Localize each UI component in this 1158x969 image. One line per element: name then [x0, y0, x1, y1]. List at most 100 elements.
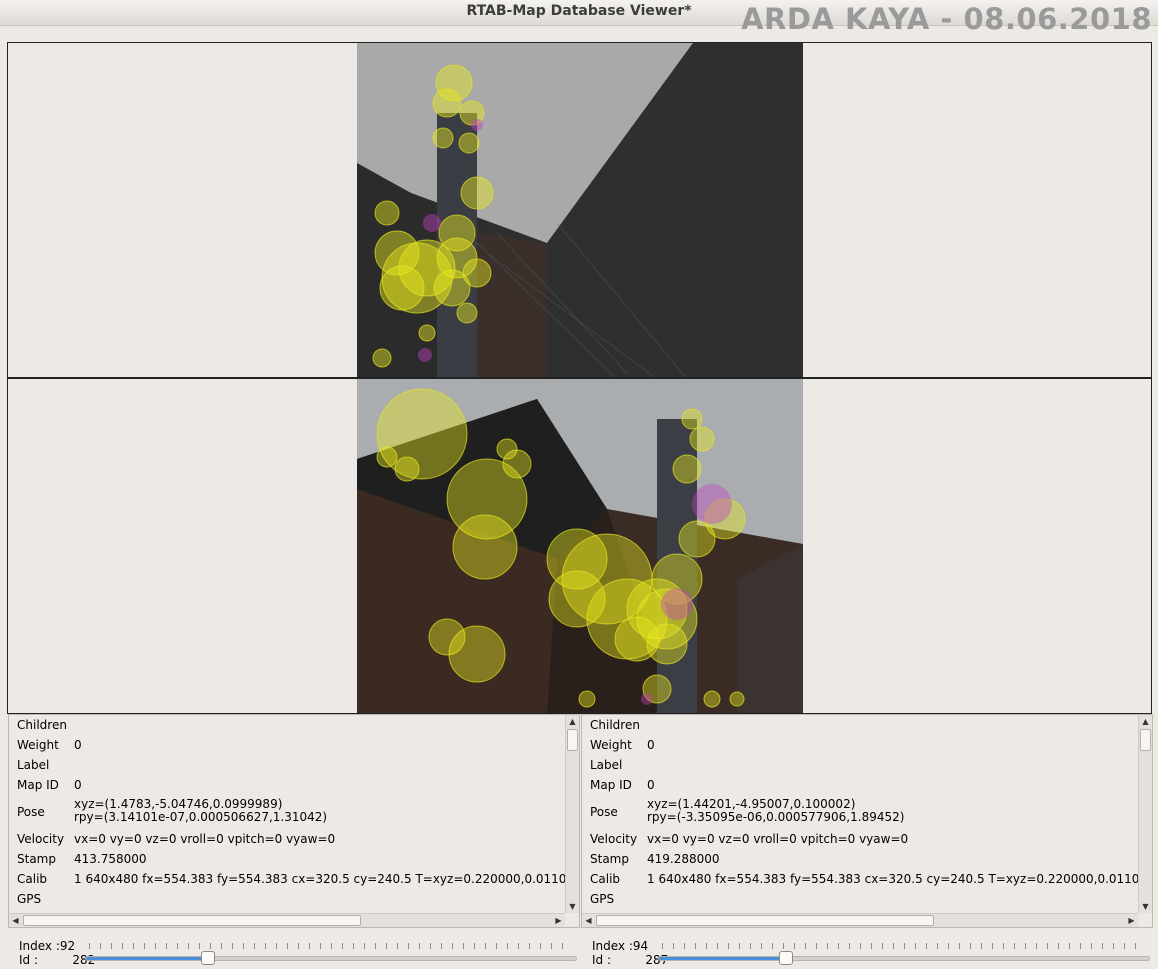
info-row-children: Children	[9, 715, 565, 735]
info-key: Stamp	[590, 852, 629, 866]
camera-image-b	[357, 379, 803, 713]
info-value: 0	[647, 738, 655, 752]
info-value: 1 640x480 fx=554.383 fy=554.383 cx=320.5…	[647, 872, 1138, 886]
index-value: 92	[59, 939, 76, 953]
info-key: Pose	[590, 805, 618, 819]
index-label: Index :	[19, 939, 60, 953]
info-row-gps: GPS	[582, 889, 1138, 909]
index-label: Index :	[592, 939, 633, 953]
info-list-right: Children Weight 0 Label Map ID 0 Pose xyz=(…	[582, 715, 1138, 913]
info-key: Children	[590, 718, 640, 732]
scene-a-graphic	[357, 43, 803, 377]
node-slider-control-right: Index :94 Id : 287	[592, 938, 1152, 968]
info-key: Label	[590, 758, 623, 772]
info-row-weight: Weight 0	[9, 735, 565, 755]
info-row-calib: Calib 1 640x480 fx=554.383 fy=554.383 cx=…	[582, 869, 1138, 889]
node-slider-control-left: Index :92 Id : 282	[19, 938, 579, 968]
info-key: Calib	[17, 872, 48, 886]
scrollbar-thumb[interactable]	[567, 729, 578, 751]
info-key: Weight	[17, 738, 59, 752]
index-value: 94	[632, 939, 649, 953]
info-key: Stamp	[17, 852, 56, 866]
horizontal-scrollbar[interactable]: ◀ ▶	[582, 913, 1138, 927]
scrollbar-thumb[interactable]	[596, 915, 934, 926]
slider-ticks	[89, 943, 567, 949]
info-value: xyz=(1.44201,-4.95007,0.100002) rpy=(-3.3…	[647, 798, 904, 824]
id-readout: Id : 287	[592, 953, 668, 967]
slider-fill	[659, 957, 787, 960]
info-key: Calib	[590, 872, 621, 886]
info-value: 0	[74, 778, 82, 792]
horizontal-scrollbar[interactable]: ◀ ▶	[9, 913, 565, 927]
watermark: ARDA KAYA - 08.06.2018	[741, 2, 1152, 36]
info-key: Map ID	[17, 778, 59, 792]
index-readout: Index :92	[19, 939, 75, 953]
slider-ticks	[662, 943, 1140, 949]
info-value: 419.288000	[647, 852, 720, 866]
info-key: GPS	[17, 892, 42, 906]
info-row-map-id: Map ID 0	[582, 775, 1138, 795]
info-row-pose: Pose xyz=(1.44201,-4.95007,0.100002) rpy=(…	[582, 795, 1138, 829]
left-arrow-icon[interactable]: ◀	[582, 914, 595, 927]
up-arrow-icon[interactable]: ▲	[1139, 715, 1152, 728]
image-view-a[interactable]	[7, 42, 1152, 378]
info-row-velocity: Velocity vx=0 vy=0 vz=0 vroll=0 vpitch=0 …	[582, 829, 1138, 849]
info-row-pose: Pose xyz=(1.4783,-5.04746,0.0999989) rpy=(…	[9, 795, 565, 829]
info-row-stamp: Stamp 413.758000	[9, 849, 565, 869]
info-row-gps: GPS	[9, 889, 565, 909]
info-value: xyz=(1.4783,-5.04746,0.0999989) rpy=(3.14…	[74, 798, 327, 824]
info-key: Weight	[590, 738, 632, 752]
right-arrow-icon[interactable]: ▶	[552, 914, 565, 927]
slider-handle-right[interactable]	[779, 951, 793, 965]
id-label: Id :	[592, 953, 612, 967]
scrollbar-thumb[interactable]	[1140, 729, 1151, 751]
up-arrow-icon[interactable]: ▲	[566, 715, 579, 728]
pose-xyz: xyz=(1.44201,-4.95007,0.100002)	[647, 797, 856, 811]
info-key: Children	[17, 718, 67, 732]
info-row-weight: Weight 0	[582, 735, 1138, 755]
info-value: vx=0 vy=0 vz=0 vroll=0 vpitch=0 vyaw=0	[647, 832, 909, 846]
index-readout: Index :94	[592, 939, 648, 953]
pose-xyz: xyz=(1.4783,-5.04746,0.0999989)	[74, 797, 283, 811]
title-bar: RTAB-Map Database Viewer* ARDA KAYA - 08…	[0, 0, 1158, 36]
info-key: Velocity	[590, 832, 638, 846]
info-key: GPS	[590, 892, 615, 906]
node-info-panel-left[interactable]: Children Weight 0 Label Map ID 0 Pose xyz=(…	[8, 714, 580, 928]
pose-rpy: rpy=(-3.35095e-06,0.000577906,1.89452)	[647, 810, 905, 824]
info-row-label: Label	[9, 755, 565, 775]
down-arrow-icon[interactable]: ▼	[566, 900, 579, 913]
pose-rpy: rpy=(3.14101e-07,0.000506627,1.31042)	[74, 810, 328, 824]
node-info-panel-right[interactable]: Children Weight 0 Label Map ID 0 Pose xyz=(…	[581, 714, 1153, 928]
scrollbar-thumb[interactable]	[23, 915, 361, 926]
info-row-map-id: Map ID 0	[9, 775, 565, 795]
image-view-b[interactable]	[7, 378, 1152, 714]
info-value: 1 640x480 fx=554.383 fy=554.383 cx=320.5…	[74, 872, 565, 886]
info-key: Label	[17, 758, 50, 772]
scene-b-graphic	[357, 379, 803, 713]
right-arrow-icon[interactable]: ▶	[1125, 914, 1138, 927]
info-row-velocity: Velocity vx=0 vy=0 vz=0 vroll=0 vpitch=0 …	[9, 829, 565, 849]
info-value: 0	[74, 738, 82, 752]
left-arrow-icon[interactable]: ◀	[9, 914, 22, 927]
info-row-calib: Calib 1 640x480 fx=554.383 fy=554.383 cx=…	[9, 869, 565, 889]
camera-image-a	[357, 43, 803, 377]
info-row-stamp: Stamp 419.288000	[582, 849, 1138, 869]
slider-handle-left[interactable]	[201, 951, 215, 965]
info-row-label: Label	[582, 755, 1138, 775]
vertical-scrollbar[interactable]: ▲ ▼	[1138, 715, 1152, 913]
info-key: Velocity	[17, 832, 65, 846]
info-list-left: Children Weight 0 Label Map ID 0 Pose xyz=(…	[9, 715, 565, 913]
vertical-scrollbar[interactable]: ▲ ▼	[565, 715, 579, 913]
info-key: Map ID	[590, 778, 632, 792]
down-arrow-icon[interactable]: ▼	[1139, 900, 1152, 913]
info-key: Pose	[17, 805, 45, 819]
node-slider-right[interactable]	[658, 956, 1150, 961]
id-readout: Id : 282	[19, 953, 95, 967]
info-value: 0	[647, 778, 655, 792]
id-label: Id :	[19, 953, 39, 967]
node-slider-left[interactable]	[85, 956, 577, 961]
info-value: 413.758000	[74, 852, 147, 866]
info-value: vx=0 vy=0 vz=0 vroll=0 vpitch=0 vyaw=0	[74, 832, 336, 846]
info-row-children: Children	[582, 715, 1138, 735]
slider-fill	[86, 957, 209, 960]
